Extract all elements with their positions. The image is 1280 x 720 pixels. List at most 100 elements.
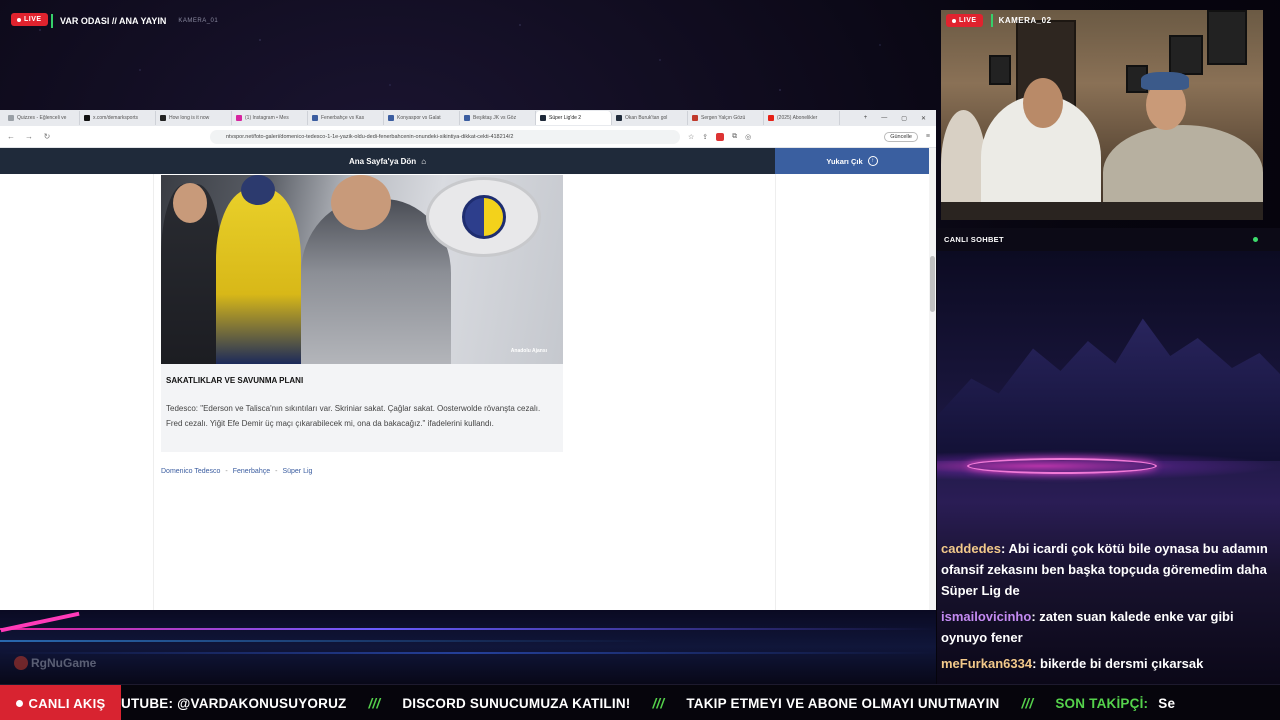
browser-tab[interactable]: Süper Lig'de 2 (536, 111, 612, 125)
menu-icon[interactable]: ≡ (926, 133, 930, 140)
tab-label: Süper Lig'de 2 (549, 115, 582, 121)
ticker-item: TAKIP ETMEYI VE ABONE OLMAYI UNUTMAYIN (686, 695, 1000, 711)
tab-favicon-icon (540, 115, 546, 121)
back-icon[interactable]: ← (6, 132, 16, 141)
tab-label: Quizzes - Eğlenceli ve (17, 115, 67, 121)
new-tab-icon[interactable]: + (864, 115, 868, 122)
caption-text: Tedesco: "Ederson ve Talisca'nın sıkıntı… (166, 404, 541, 428)
scrollbar[interactable] (929, 148, 936, 610)
photo-head (241, 175, 275, 205)
mountain-art (937, 318, 1280, 461)
tag-list: Domenico Tedesco - Fenerbahçe - Süper Li… (161, 468, 312, 475)
url-field[interactable]: ntvspor.net/foto-galeri/domenico-tedesco… (210, 129, 680, 144)
browser-tab[interactable]: x.com/demarksports (80, 111, 156, 125)
photo-credit: Anadolu Ajansı (510, 348, 547, 354)
neon-ring (967, 458, 1157, 474)
club-crest-icon (426, 177, 541, 257)
gallery-photo[interactable]: Anadolu Ajansı (161, 175, 563, 364)
photo-caption: SAKATLIKLAR VE SAVUNMA PLANI Tedesco: "E… (161, 364, 563, 452)
forward-icon[interactable]: → (24, 132, 34, 141)
live-badge-label: LIVE (959, 17, 977, 24)
browser-tab[interactable]: (2025) Abonelikler (764, 111, 840, 125)
neon-line (0, 628, 936, 630)
home-link[interactable]: Ana Sayfa'ya Dön ⌂ (0, 148, 775, 174)
ticker-separator: /// (652, 695, 665, 711)
tag-link[interactable]: Fenerbahçe (233, 468, 270, 475)
chat-messages: caddedes: Abi icardi çok kötü bile oynas… (941, 538, 1277, 679)
tab-favicon-icon (616, 115, 622, 121)
browser-tab[interactable]: Sergen Yalçın Gözü (688, 111, 764, 125)
news-ticker: CANLI AKIŞ UTUBE: @VARDAKONUSUYORUZ /// … (0, 684, 1280, 720)
photo-head (331, 175, 391, 230)
home-icon: ⌂ (421, 156, 427, 166)
browser-tab[interactable]: Okan Buruk'tan gol (612, 111, 688, 125)
share-icon[interactable]: ⇪ (702, 133, 708, 141)
tab-favicon-icon (692, 115, 698, 121)
address-bar: ← → ↻ ntvspor.net/foto-galeri/domenico-t… (0, 126, 936, 148)
person-head (1023, 78, 1063, 128)
browser-tab[interactable]: How long is it now (156, 111, 232, 125)
maximize-icon[interactable]: ▢ (901, 115, 907, 122)
browser-tab[interactable]: Beşiktaş JK vs Göz (460, 111, 536, 125)
wall-frame (989, 55, 1011, 85)
bookmark-icon[interactable]: ☆ (688, 133, 694, 141)
chat-text: : bikerde bi dersmi çıkarsak (1032, 656, 1204, 671)
chat-username: meFurkan6334 (941, 656, 1033, 671)
chat-header: CANLI SOHBET (937, 228, 1280, 251)
tag-link[interactable]: Domenico Tedesco (161, 468, 220, 475)
tab-bar: Quizzes - Eğlenceli ve x.com/demarksports… (0, 110, 936, 126)
tab-label: (2025) Abonelikler (777, 115, 818, 121)
chat-message: meFurkan6334: bikerde bi dersmi çıkarsak (941, 653, 1277, 674)
chat-message: caddedes: Abi icardi çok kötü bile oynas… (941, 538, 1277, 601)
scrollbar-thumb[interactable] (930, 256, 935, 312)
scroll-top-link[interactable]: Yukarı Çık ↑ (775, 148, 929, 174)
wall-frame (1207, 10, 1247, 65)
tab-label: x.com/demarksports (93, 115, 139, 121)
neon-line (0, 640, 936, 642)
extensions-icon[interactable]: ⧉ (732, 133, 737, 141)
wall-frame (1169, 35, 1203, 75)
extension-icon[interactable] (716, 132, 725, 141)
ticker-separator: /// (368, 695, 381, 711)
browser-tab[interactable]: Fenerbahçe vs Kas (308, 111, 384, 125)
tab-label: Okan Buruk'tan gol (625, 115, 668, 121)
reload-icon[interactable]: ↻ (42, 132, 52, 141)
tag-separator: - (225, 468, 228, 475)
browser-tab[interactable]: (1) Instagram • Mes (232, 111, 308, 125)
online-status-icon (1253, 237, 1258, 242)
tab-favicon-icon (8, 115, 14, 121)
logo-text: RgNuGame (31, 656, 97, 670)
live-dot-icon (952, 18, 956, 23)
desk (941, 202, 1263, 220)
profile-icon[interactable]: ◎ (745, 133, 751, 141)
browser-tab[interactable]: Quizzes - Eğlenceli ve (4, 111, 80, 125)
tag-link[interactable]: Süper Lig (282, 468, 312, 475)
close-icon[interactable]: ✕ (921, 115, 926, 122)
chat-username: ismailovicinho (941, 609, 1032, 624)
brand-logo: RgNuGame (14, 656, 96, 670)
tab-label: How long is it now (169, 115, 210, 121)
chat-username: caddedes (941, 541, 1001, 556)
ticker-track: UTUBE: @VARDAKONUSUYORUZ /// DISCORD SUN… (121, 685, 1280, 720)
tab-label: Beşiktaş JK vs Göz (473, 115, 517, 121)
cap (1141, 72, 1189, 90)
last-follower-label: SON TAKİPÇİ: (1055, 695, 1149, 711)
scroll-top-label: Yukarı Çık (826, 156, 863, 166)
tab-favicon-icon (464, 115, 470, 121)
live-dot-icon (17, 17, 21, 22)
tab-label: Sergen Yalçın Gözü (701, 115, 746, 121)
live-badge: LIVE (11, 13, 48, 26)
article-content: Anadolu Ajansı SAKATLIKLAR VE SAVUNMA PL… (0, 174, 929, 610)
chat-message: ismailovicinho: zaten suan kalede enke v… (941, 606, 1277, 648)
stream-title-text: VAR ODASI // ANA YAYIN (60, 16, 167, 26)
arrow-up-icon: ↑ (867, 156, 878, 166)
camera1-label: KAMERA_01 (178, 18, 219, 24)
live-badge: LIVE (946, 14, 983, 27)
last-follower-value: Se (1158, 695, 1176, 711)
tab-favicon-icon (388, 115, 394, 121)
tab-label: Fenerbahçe vs Kas (321, 115, 365, 121)
browser-tab[interactable]: Konyaspor vs Galat (384, 111, 460, 125)
minimize-icon[interactable]: — (881, 115, 887, 122)
divider (775, 174, 776, 610)
update-button[interactable]: Güncelle (884, 131, 918, 142)
